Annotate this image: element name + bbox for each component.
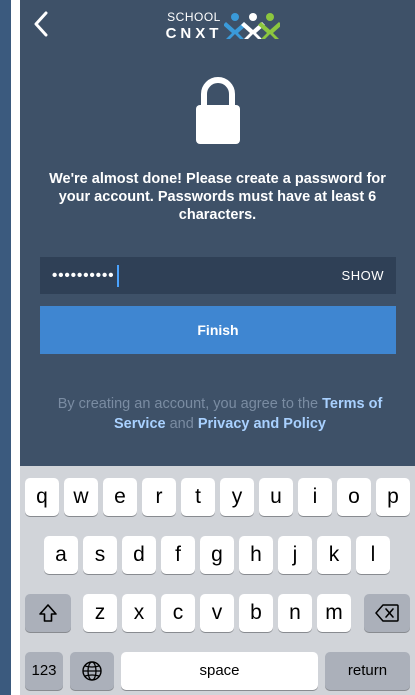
key-t[interactable]: t xyxy=(181,478,215,516)
lock-icon xyxy=(196,77,240,144)
globe-key[interactable] xyxy=(70,652,114,690)
key-x[interactable]: x xyxy=(122,594,156,632)
key-p[interactable]: p xyxy=(376,478,410,516)
terms-text: By creating an account, you agree to the… xyxy=(42,394,398,434)
shift-key[interactable] xyxy=(25,594,71,632)
key-o[interactable]: o xyxy=(337,478,371,516)
key-z[interactable]: z xyxy=(83,594,117,632)
key-l[interactable]: l xyxy=(356,536,390,574)
key-k[interactable]: k xyxy=(317,536,351,574)
key-y[interactable]: y xyxy=(220,478,254,516)
finish-button[interactable]: Finish xyxy=(40,306,396,354)
privacy-policy-link[interactable]: Privacy and Policy xyxy=(198,416,326,432)
key-i[interactable]: i xyxy=(298,478,332,516)
key-v[interactable]: v xyxy=(200,594,234,632)
key-a[interactable]: a xyxy=(44,536,78,574)
school-cnxt-logo: SCHOOL CNXT xyxy=(164,8,282,44)
key-w[interactable]: w xyxy=(64,478,98,516)
password-input[interactable]: •••••••••• SHOW xyxy=(40,257,396,294)
key-s[interactable]: s xyxy=(83,536,117,574)
key-e[interactable]: e xyxy=(103,478,137,516)
delete-key[interactable] xyxy=(364,594,410,632)
chevron-left-icon xyxy=(34,11,48,37)
logo-line-1: SCHOOL xyxy=(167,10,221,24)
logo-line-2: CNXT xyxy=(165,25,223,42)
gap-strip xyxy=(11,0,20,695)
people-logo-icon xyxy=(224,13,280,39)
return-key[interactable]: return xyxy=(325,652,410,690)
back-button[interactable] xyxy=(28,8,54,40)
key-f[interactable]: f xyxy=(161,536,195,574)
text-caret xyxy=(116,265,119,288)
key-m[interactable]: m xyxy=(317,594,351,632)
key-g[interactable]: g xyxy=(200,536,234,574)
terms-middle: and xyxy=(165,416,198,432)
key-c[interactable]: c xyxy=(161,594,195,632)
on-screen-keyboard: q w e r t y u i o p a s d f g h j k l z … xyxy=(20,466,415,695)
numbers-key[interactable]: 123 xyxy=(25,652,63,690)
delete-icon xyxy=(375,604,399,622)
key-q[interactable]: q xyxy=(25,478,59,516)
app-frame: SCHOOL CNXT We're almost done! Please cr… xyxy=(0,0,415,695)
key-u[interactable]: u xyxy=(259,478,293,516)
left-border xyxy=(0,0,11,695)
instructions-text: We're almost done! Please create a passw… xyxy=(49,171,386,223)
show-password-button[interactable]: SHOW xyxy=(342,257,384,294)
terms-prefix: By creating an account, you agree to the xyxy=(57,396,323,412)
shift-icon xyxy=(39,604,57,622)
key-b[interactable]: b xyxy=(239,594,273,632)
password-masked-value: •••••••••• xyxy=(52,257,119,294)
key-j[interactable]: j xyxy=(278,536,312,574)
key-r[interactable]: r xyxy=(142,478,176,516)
key-h[interactable]: h xyxy=(239,536,273,574)
key-n[interactable]: n xyxy=(278,594,312,632)
globe-icon xyxy=(82,661,102,681)
create-password-screen: SCHOOL CNXT We're almost done! Please cr… xyxy=(20,0,415,695)
space-key[interactable]: space xyxy=(121,652,318,690)
key-d[interactable]: d xyxy=(122,536,156,574)
